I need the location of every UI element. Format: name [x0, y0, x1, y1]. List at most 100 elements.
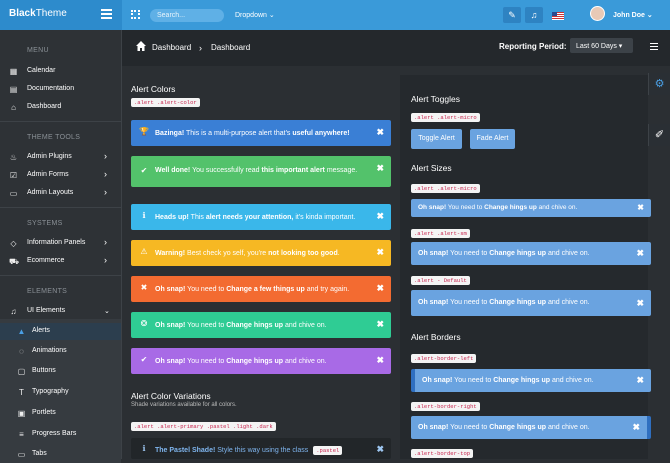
sidebar-item-admin-layouts[interactable]: ▭ Admin Layouts ›	[0, 185, 121, 202]
sidebar-subitem-animations[interactable]: ◌ Animations	[0, 343, 121, 360]
close-icon[interactable]: ✖	[376, 444, 384, 455]
calendar-icon: ▦	[9, 67, 18, 76]
sidebar-subitem-typography[interactable]: T Typography	[0, 384, 121, 401]
reporting-period-label: Reporting Period:	[499, 42, 567, 51]
sidebar-subitem-buttons[interactable]: ▢ Buttons	[0, 363, 121, 380]
sidebar: MENU ▦ Calendar ▤ Documentation ⌂ Dashboard…	[0, 30, 122, 463]
alert-sm: Oh snap! You need to Change hings up and…	[411, 242, 651, 265]
close-icon[interactable]: ✖	[376, 283, 384, 294]
fullscreen-icon[interactable]	[131, 10, 140, 19]
code-label: .alert .alert-color	[131, 98, 200, 107]
reporting-period-select[interactable]: Last 60 Days ▾	[570, 38, 633, 53]
gear-icon[interactable]: ⚙	[648, 73, 670, 95]
sidebar-item-information-panels[interactable]: ◇ Information Panels ›	[0, 235, 121, 252]
alert-micro: Oh snap! You need to Change hings up and…	[411, 199, 651, 217]
home-icon: ⌂	[11, 103, 16, 112]
close-icon[interactable]: ✖	[636, 248, 644, 259]
brand-logo[interactable]: BlackTheme	[9, 8, 67, 19]
close-icon[interactable]: ✖	[636, 375, 644, 386]
close-icon[interactable]: ✖	[376, 319, 384, 330]
close-icon[interactable]: ✖	[376, 127, 384, 138]
brand-area: BlackTheme	[0, 0, 122, 30]
alert-pastel: ℹ The Pastel Shade! Style this way using …	[131, 438, 391, 459]
home-icon[interactable]	[136, 41, 146, 51]
wrench-icon[interactable]: ✎	[503, 7, 521, 23]
sidebar-item-documentation[interactable]: ▤ Documentation	[0, 81, 121, 98]
desktop-icon: ▭	[9, 189, 18, 198]
fade-alert-button[interactable]: Fade Alert	[470, 129, 515, 149]
code-label: .alert .alert-micro	[411, 113, 480, 122]
sidebar-item-dashboard[interactable]: ⌂ Dashboard	[0, 99, 121, 116]
close-icon[interactable]: ✖	[376, 247, 384, 258]
portlet-icon: ▣	[17, 409, 26, 418]
close-icon[interactable]: ✖	[637, 203, 644, 212]
alert-default: Oh snap! You need to Change hings up and…	[411, 290, 651, 316]
dropdown-menu[interactable]: Dropdown ⌄	[235, 11, 275, 19]
variations-subtitle: Shade variations available for all color…	[131, 402, 237, 408]
alert-purple: ✔ Oh snap! You need to Change hings up an…	[131, 348, 391, 374]
sidebar-subitem-alerts[interactable]: ▲ Alerts	[0, 323, 121, 340]
book-icon: ▤	[9, 85, 18, 94]
diamond-icon: ◇	[10, 239, 17, 248]
warning-icon: ▲	[17, 327, 26, 336]
bell-icon: ♫	[10, 307, 17, 316]
checkbox-icon: ☑	[9, 171, 18, 180]
sidebar-subitem-portlets[interactable]: ▣ Portlets	[0, 405, 121, 422]
sidebar-toggle-icon[interactable]	[101, 9, 112, 20]
code-label: .alert .alert-primary .pastel .light .da…	[131, 422, 276, 431]
code-label: .alert-border-top	[411, 449, 474, 458]
alert-primary: 🏆 Bazinga! This is a multi-purpose alert …	[131, 120, 391, 146]
breadcrumb-dashboard-link[interactable]: Dashboard	[152, 43, 191, 52]
chevron-right-icon: ›	[104, 151, 107, 161]
sidebar-section-menu: MENU	[27, 47, 49, 54]
chevron-down-icon: ⌄	[104, 308, 110, 315]
code-label: .alert .alert-micro	[411, 184, 480, 193]
spinner-icon: ◌	[19, 347, 24, 356]
text-icon: T	[19, 388, 24, 397]
sidebar-item-ui-elements[interactable]: ♫ UI Elements ⌄	[0, 303, 121, 320]
tabs-icon: ▭	[17, 450, 26, 459]
divider	[0, 121, 122, 122]
alert-toggles-title: Alert Toggles	[411, 94, 460, 104]
search-input[interactable]: Search...	[150, 9, 224, 22]
fire-icon: ♨	[9, 153, 18, 162]
divider	[0, 275, 122, 276]
sidebar-subitem-progress-bars[interactable]: ≡ Progress Bars	[0, 426, 121, 443]
info-icon: ℹ	[142, 444, 146, 453]
code-label: .alert .alert-sm	[411, 229, 470, 238]
code-label: .alert-border-left	[411, 354, 477, 363]
alert-warning: ⚠ Warning! Best check yo self, you're not…	[131, 240, 391, 266]
sidebar-section-elements: ELEMENTS	[27, 288, 68, 295]
close-icon[interactable]: ✖	[376, 355, 384, 366]
user-menu[interactable]: John Doe ⌄	[613, 11, 653, 19]
chevron-right-icon: ›	[104, 237, 107, 247]
flag-icon[interactable]	[552, 12, 564, 20]
close-icon[interactable]: ✖	[376, 163, 384, 174]
cart-icon: ⛟	[9, 257, 20, 266]
toggle-alert-button[interactable]: Toggle Alert	[411, 129, 462, 149]
cubes-icon: ❂	[140, 319, 148, 328]
sidebar-item-admin-forms[interactable]: ☑ Admin Forms ›	[0, 167, 121, 184]
sidebar-item-ecommerce[interactable]: ⛟ Ecommerce ›	[0, 253, 121, 270]
close-icon[interactable]: ✖	[636, 298, 644, 309]
sidebar-item-admin-plugins[interactable]: ♨ Admin Plugins ›	[0, 149, 121, 166]
trophy-icon: 🏆	[139, 127, 149, 136]
close-icon[interactable]: ✖	[632, 422, 640, 433]
alert-teal: ❂ Oh snap! You need to Change hings up an…	[131, 312, 391, 338]
alert-borders-title: Alert Borders	[411, 332, 461, 342]
alert-danger: ✖ Oh snap! You need to Change a few thing…	[131, 276, 391, 302]
warning-icon: ⚠	[140, 247, 148, 256]
info-icon: ℹ	[142, 211, 146, 220]
remove-icon: ✖	[140, 283, 148, 292]
menu-icon[interactable]	[650, 43, 658, 52]
bell-icon[interactable]: ♫	[525, 7, 543, 23]
sidebar-subitem-tabs[interactable]: ▭ Tabs	[0, 446, 121, 463]
close-icon[interactable]: ✖	[376, 211, 384, 222]
avatar[interactable]	[590, 6, 605, 21]
check-icon: ✔	[140, 166, 148, 175]
sidebar-section-systems: SYSTEMS	[27, 220, 63, 227]
sidebar-item-calendar[interactable]: ▦ Calendar	[0, 63, 121, 80]
chevron-right-icon: ›	[104, 187, 107, 197]
magic-wand-icon[interactable]: ✐	[648, 124, 670, 146]
sidebar-section-theme-tools: THEME TOOLS	[27, 134, 81, 141]
